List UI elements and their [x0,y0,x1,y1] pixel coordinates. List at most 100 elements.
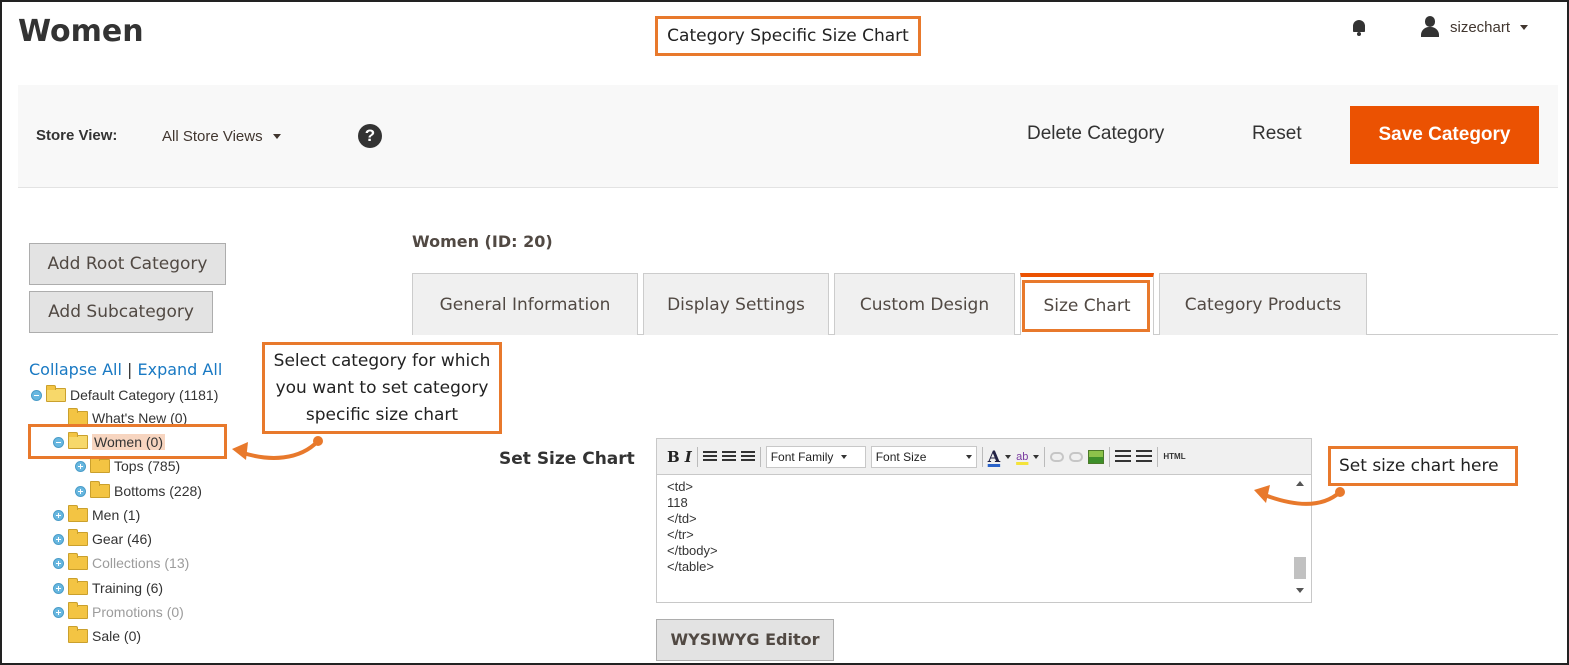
editor-scrollbar[interactable] [1293,479,1307,599]
bullet-list-icon[interactable] [1115,449,1132,464]
folder-icon [68,626,88,643]
italic-button[interactable]: I [685,448,692,466]
chevron-down-icon[interactable] [1005,454,1012,459]
expand-toggle-icon[interactable] [53,509,64,521]
scroll-down-icon[interactable] [1296,588,1304,593]
numbered-list-icon[interactable] [1136,449,1153,464]
chevron-down-icon[interactable] [1033,454,1040,459]
tree-node-label: Training (6) [92,580,164,596]
folder-icon [68,408,88,425]
folder-icon [68,553,88,570]
unlink-icon[interactable] [1069,451,1084,462]
collapse-all-link[interactable]: Collapse All [29,360,122,379]
store-view-switcher[interactable]: All Store Views [162,128,281,145]
toolbar-separator [981,446,983,467]
editor-annotation-callout: Set size chart here [1328,446,1518,486]
save-category-button[interactable]: Save Category [1350,106,1539,164]
tab-general-information[interactable]: General Information [412,273,638,335]
align-left-icon[interactable] [702,450,717,463]
tab-category-products[interactable]: Category Products [1159,273,1367,335]
user-icon [1420,16,1440,38]
store-view-value: All Store Views [162,128,263,145]
add-subcategory-button[interactable]: Add Subcategory [29,291,213,333]
tree-node-label: Collections (13) [92,555,190,571]
tree-node-label: Tops (785) [114,458,181,474]
editor-toolbar: B I Font Family Font Size A ab HTML [657,439,1311,475]
tree-node-men[interactable]: Men (1) [53,505,141,524]
chevron-down-icon [1520,24,1529,30]
toolbar-separator [1157,446,1159,467]
tree-node-label: Promotions (0) [92,604,184,620]
chevron-down-icon [841,454,848,459]
font-size-value: Font Size [875,449,927,464]
tab-custom-design[interactable]: Custom Design [834,273,1015,335]
align-right-icon[interactable] [740,450,755,463]
tree-node-collections[interactable]: Collections (13) [53,553,190,572]
tree-node-label: Men (1) [92,507,141,523]
expand-toggle-icon[interactable] [53,533,64,545]
expand-toggle-icon[interactable] [53,606,64,618]
toolbar-separator [696,446,698,467]
expand-toggle-icon[interactable] [75,460,86,472]
editor-content[interactable]: <td> 118 </td> </tr> </tbody> </table> [667,479,718,575]
wysiwyg-editor-button[interactable]: WYSIWYG Editor [656,619,834,661]
expand-toggle-icon[interactable] [53,582,64,594]
tree-node-gear[interactable]: Gear (46) [53,529,152,548]
folder-icon [68,602,88,619]
tree-node-tops[interactable]: Tops (785) [75,456,181,475]
bell-icon[interactable] [1352,20,1366,36]
tree-node-training[interactable]: Training (6) [53,578,164,597]
font-family-select[interactable]: Font Family [765,445,866,468]
tree-node-label: Bottoms (228) [114,483,202,499]
insert-image-icon[interactable] [1088,449,1105,464]
toolbar-separator [1044,446,1046,467]
add-root-category-button[interactable]: Add Root Category [29,243,226,285]
size-chart-editor: B I Font Family Font Size A ab HTML <td>… [656,438,1312,603]
folder-icon [68,578,88,595]
folder-icon [90,481,110,498]
user-name: sizechart [1450,18,1511,36]
expand-all-link[interactable]: Expand All [138,360,223,379]
bold-button[interactable]: B [667,448,680,466]
page-actions-bar: Store View: All Store Views ? Delete Cat… [18,85,1558,188]
chevron-down-icon [272,134,281,139]
reset-button[interactable]: Reset [1252,123,1302,145]
tree-node-promotions[interactable]: Promotions (0) [53,602,184,621]
tree-annotation-callout: Select category for which you want to se… [262,342,502,434]
size-chart-tab-highlight-box [1022,280,1150,332]
link-icon[interactable] [1050,451,1065,462]
font-family-value: Font Family [770,449,834,464]
user-menu[interactable]: sizechart [1420,16,1529,38]
tree-controls-separator: | [127,360,133,379]
folder-icon [90,456,110,473]
tree-node-label: Default Category (1181) [70,387,219,403]
folder-icon [68,529,88,546]
toolbar-separator [759,446,761,467]
tree-node-default-category[interactable]: Default Category (1181) [31,385,219,404]
tree-node-label: Sale (0) [92,628,142,644]
category-id-label: Women (ID: 20) [412,232,553,251]
page-title: Women [18,14,144,49]
html-source-button[interactable]: HTML [1163,452,1185,461]
align-center-icon[interactable] [721,450,736,463]
tree-node-label: Gear (46) [92,531,152,547]
help-icon[interactable]: ? [358,124,382,148]
expand-toggle-icon[interactable] [53,557,64,569]
tab-display-settings[interactable]: Display Settings [643,273,829,335]
chevron-down-icon [965,454,972,459]
expand-toggle-icon[interactable] [75,485,86,497]
scroll-up-icon[interactable] [1296,481,1304,486]
font-size-select[interactable]: Font Size [870,445,977,468]
collapse-toggle-icon[interactable] [31,389,42,401]
toolbar-separator [1109,446,1111,467]
highlight-color-icon[interactable]: ab [1016,451,1028,463]
delete-category-button[interactable]: Delete Category [1027,123,1164,145]
scroll-thumb[interactable] [1294,557,1306,579]
women-highlight-box [28,424,227,459]
tree-node-bottoms[interactable]: Bottoms (228) [75,481,202,500]
folder-icon [68,505,88,522]
tree-node-sale[interactable]: Sale (0) [53,626,142,645]
font-color-icon[interactable]: A [988,447,1000,466]
store-view-label: Store View: [36,127,118,144]
tree-controls: Collapse All | Expand All [29,360,222,379]
